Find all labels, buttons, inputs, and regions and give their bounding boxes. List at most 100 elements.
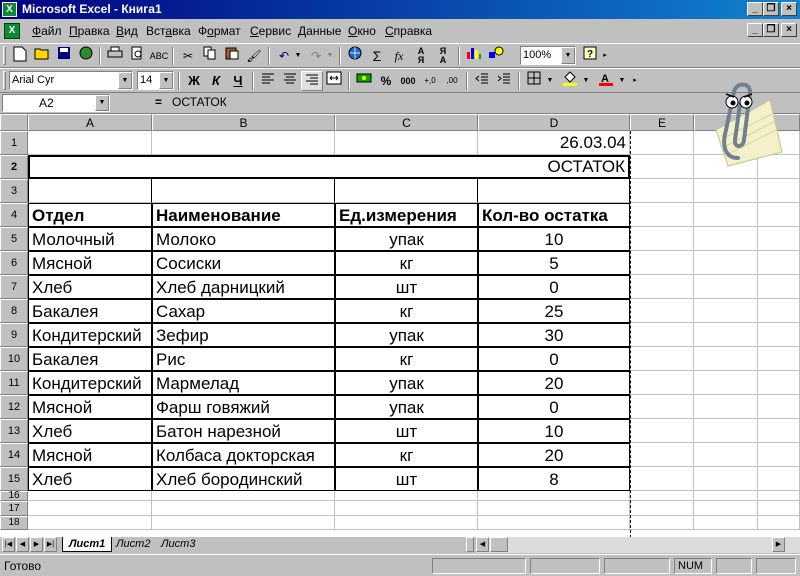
menu-item[interactable]: Сервис bbox=[250, 24, 291, 38]
row-header[interactable]: 16 bbox=[0, 491, 28, 501]
align-center-icon[interactable] bbox=[279, 71, 301, 91]
table-cell[interactable]: Хлеб дарницкий bbox=[152, 275, 335, 299]
grid-cell[interactable] bbox=[758, 491, 800, 501]
grid-cell[interactable] bbox=[630, 299, 694, 323]
grid-cell[interactable] bbox=[694, 227, 758, 251]
table-cell[interactable]: Кондитерский bbox=[28, 323, 152, 347]
table-cell[interactable]: Рис bbox=[152, 347, 335, 371]
table-cell[interactable]: Фарш говяжий bbox=[152, 395, 335, 419]
bold-button[interactable]: Ж bbox=[183, 71, 205, 91]
first-sheet-icon[interactable]: |◀ bbox=[2, 537, 15, 552]
redo-icon[interactable]: ↷ bbox=[305, 46, 327, 66]
grid-cell[interactable] bbox=[694, 395, 758, 419]
table-cell[interactable]: 0 bbox=[478, 275, 630, 299]
doc-close-button[interactable]: × bbox=[781, 23, 797, 37]
grid-cell[interactable] bbox=[630, 131, 694, 155]
chart-wizard-icon[interactable] bbox=[463, 46, 485, 66]
table-cell[interactable]: 0 bbox=[478, 395, 630, 419]
name-box[interactable]: A2 ▼ bbox=[2, 94, 110, 112]
more-buttons-icon[interactable]: ▸ bbox=[600, 46, 610, 66]
column-header[interactable]: B bbox=[152, 114, 335, 131]
row-header[interactable]: 15 bbox=[0, 467, 28, 491]
column-header[interactable]: E bbox=[630, 114, 694, 131]
menu-item[interactable]: Вставка bbox=[146, 24, 191, 38]
table-cell[interactable]: Сахар bbox=[152, 299, 335, 323]
grid-cell[interactable] bbox=[152, 501, 335, 516]
grid-cell[interactable] bbox=[478, 179, 630, 203]
grid-cell[interactable] bbox=[630, 323, 694, 347]
table-cell[interactable]: Батон нарезной bbox=[152, 419, 335, 443]
table-cell[interactable]: Молоко bbox=[152, 227, 335, 251]
grid-cell[interactable] bbox=[758, 203, 800, 227]
grid-cell[interactable] bbox=[630, 516, 694, 530]
row-header[interactable]: 12 bbox=[0, 395, 28, 419]
row-header[interactable]: 14 bbox=[0, 443, 28, 467]
merge-center-icon[interactable] bbox=[323, 71, 345, 91]
fill-color-dropdown-icon[interactable]: ▼ bbox=[581, 71, 591, 91]
grid-cell[interactable] bbox=[694, 251, 758, 275]
table-cell[interactable]: кг bbox=[335, 299, 478, 323]
grid-cell[interactable] bbox=[758, 299, 800, 323]
grid-cell[interactable] bbox=[694, 419, 758, 443]
row-header[interactable]: 3 bbox=[0, 179, 28, 203]
grid-cell[interactable] bbox=[630, 467, 694, 491]
table-cell[interactable]: Мармелад bbox=[152, 371, 335, 395]
open-icon[interactable] bbox=[31, 46, 53, 66]
grid-cell[interactable] bbox=[630, 491, 694, 501]
borders-icon[interactable] bbox=[523, 71, 545, 91]
grid-cell[interactable] bbox=[758, 251, 800, 275]
grid-cell[interactable] bbox=[630, 347, 694, 371]
table-cell[interactable]: Бакалея bbox=[28, 347, 152, 371]
increase-decimal-button[interactable]: +,0 bbox=[419, 71, 441, 91]
table-cell[interactable]: Мясной bbox=[28, 251, 152, 275]
new-icon[interactable] bbox=[9, 46, 31, 66]
grid-cell[interactable] bbox=[694, 179, 758, 203]
grid-cell[interactable] bbox=[694, 203, 758, 227]
menu-item[interactable]: Формат bbox=[198, 24, 241, 38]
table-cell[interactable]: Хлеб bbox=[28, 275, 152, 299]
autosum-icon[interactable]: Σ bbox=[366, 46, 388, 66]
row-header[interactable]: 18 bbox=[0, 516, 28, 530]
table-cell[interactable]: кг bbox=[335, 251, 478, 275]
grid-cell[interactable] bbox=[694, 516, 758, 530]
menu-item[interactable]: Данные bbox=[298, 24, 341, 38]
table-cell[interactable]: упак bbox=[335, 323, 478, 347]
table-cell[interactable]: Сосиски bbox=[152, 251, 335, 275]
copy-icon[interactable] bbox=[199, 46, 221, 66]
grid-cell[interactable] bbox=[630, 501, 694, 516]
scroll-thumb[interactable] bbox=[490, 537, 508, 552]
menu-item[interactable]: Справка bbox=[385, 24, 432, 38]
doc-minimize-button[interactable]: _ bbox=[747, 23, 763, 37]
grid-cell[interactable] bbox=[758, 227, 800, 251]
more-format-buttons-icon[interactable]: ▸ bbox=[630, 71, 640, 91]
table-cell[interactable]: Хлеб bbox=[28, 419, 152, 443]
table-cell[interactable]: шт bbox=[335, 275, 478, 299]
font-color-dropdown-icon[interactable]: ▼ bbox=[617, 71, 627, 91]
grid-cell[interactable] bbox=[630, 155, 694, 179]
grid-cell[interactable] bbox=[630, 227, 694, 251]
grid-cell[interactable] bbox=[630, 179, 694, 203]
undo-icon[interactable]: ↶ bbox=[273, 46, 295, 66]
zoom-select[interactable]: 100% ▼ bbox=[520, 46, 576, 65]
table-cell[interactable]: упак bbox=[335, 371, 478, 395]
menu-item[interactable]: Окно bbox=[348, 24, 376, 38]
cut-icon[interactable]: ✂ bbox=[177, 46, 199, 66]
row-header[interactable]: 6 bbox=[0, 251, 28, 275]
grid-cell[interactable] bbox=[630, 203, 694, 227]
grid-cell[interactable] bbox=[694, 323, 758, 347]
table-cell[interactable]: кг bbox=[335, 347, 478, 371]
row-header[interactable]: 9 bbox=[0, 323, 28, 347]
close-button[interactable]: × bbox=[781, 2, 797, 16]
undo-dropdown-icon[interactable]: ▼ bbox=[293, 46, 303, 66]
print-icon[interactable] bbox=[104, 46, 126, 66]
excel-app-icon[interactable]: X bbox=[2, 2, 17, 17]
prev-sheet-icon[interactable]: ◀ bbox=[16, 537, 29, 552]
sheet-tab-1[interactable]: Лист1 bbox=[62, 537, 113, 552]
equals-sign[interactable]: = bbox=[155, 95, 162, 109]
grid-cell[interactable] bbox=[758, 516, 800, 530]
column-header[interactable]: D bbox=[478, 114, 630, 131]
menu-item[interactable]: Правка bbox=[69, 24, 110, 38]
formula-content[interactable]: ОСТАТОК bbox=[172, 95, 227, 109]
grid-cell[interactable] bbox=[758, 371, 800, 395]
table-cell[interactable]: 10 bbox=[478, 227, 630, 251]
